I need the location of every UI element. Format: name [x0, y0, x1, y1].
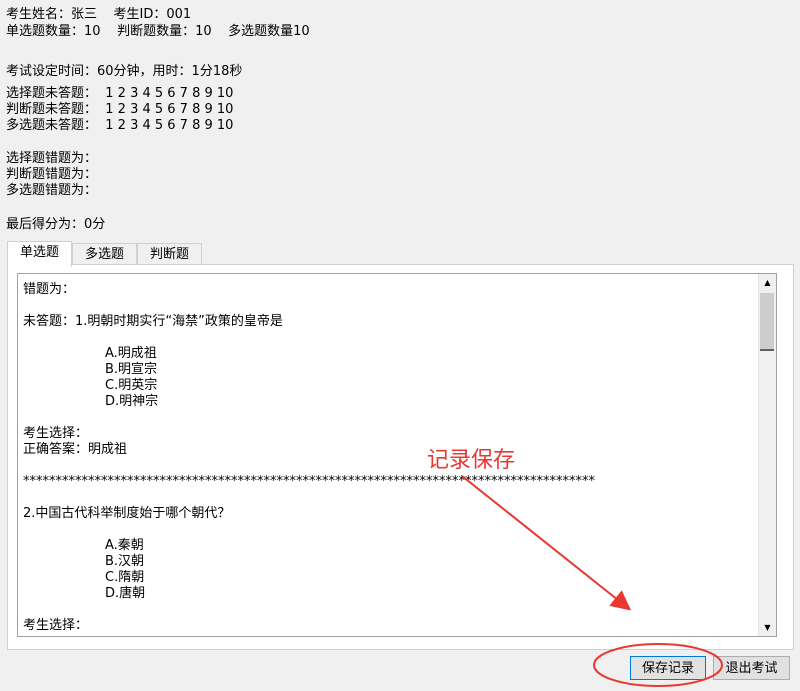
content-line: D.明神宗 — [105, 394, 159, 409]
background-window-strip — [0, 684, 800, 691]
annotation-label: 记录保存 — [427, 448, 516, 473]
wrong-multi: 多选题错题为： — [6, 183, 98, 198]
wrong-judge: 判断题错题为： — [6, 167, 98, 182]
content-line: 考生选择： — [23, 426, 89, 441]
content-line: 2.中国古代科举制度始于哪个朝代？ — [23, 506, 231, 521]
scrollbar-thumb[interactable] — [760, 293, 774, 351]
scroll-down-arrow-icon[interactable]: ▼ — [759, 619, 776, 636]
content-line: 错题为： — [23, 282, 76, 297]
tab-multi-choice[interactable]: 多选题 — [72, 243, 138, 266]
exam-info-line2: 单选题数量：10 判断题数量：10 多选题数量10 — [6, 24, 310, 39]
content-line — [23, 458, 758, 474]
result-content: 错题为： 未答题：1.明朝时期实行“海禁”政策的皇帝是 A.明成祖 B.明宣宗 C.明英… — [23, 282, 758, 634]
vertical-scrollbar[interactable]: ▲ ▼ — [758, 274, 776, 636]
content-line — [23, 602, 758, 618]
content-line: A.明成祖 — [105, 346, 157, 361]
content-line: B.明宣宗 — [105, 362, 158, 377]
wrong-choice: 选择题错题为： — [6, 151, 98, 166]
content-line: A.秦朝 — [105, 538, 144, 553]
unanswered-multi: 多选题未答题： 1 2 3 4 5 6 7 8 9 10 — [6, 118, 234, 133]
exam-time-info: 考试设定时间：60分钟，用时：1分18秒 — [6, 64, 243, 79]
content-line: 正确答案：明成祖 — [23, 442, 128, 457]
content-line: C.隋朝 — [105, 570, 145, 585]
final-score: 最后得分为：0分 — [6, 217, 106, 232]
unanswered-judge: 判断题未答题： 1 2 3 4 5 6 7 8 9 10 — [6, 102, 234, 117]
exit-exam-button[interactable]: 退出考试 — [713, 656, 790, 680]
question-type-tabs: 单选题 多选题 判断题 — [7, 241, 203, 267]
content-line — [23, 330, 758, 346]
content-line: B.汉朝 — [105, 554, 145, 569]
content-line: ****************************************… — [23, 474, 595, 489]
content-line — [23, 522, 758, 538]
tab-single-choice[interactable]: 单选题 — [7, 241, 73, 267]
content-line — [23, 298, 758, 314]
save-record-button[interactable]: 保存记录 — [630, 656, 706, 680]
result-textbox[interactable]: 错题为： 未答题：1.明朝时期实行“海禁”政策的皇帝是 A.明成祖 B.明宣宗 C.明英… — [17, 273, 777, 637]
content-line: C.明英宗 — [105, 378, 158, 393]
tab-judge[interactable]: 判断题 — [137, 243, 203, 266]
tab-panel: 错题为： 未答题：1.明朝时期实行“海禁”政策的皇帝是 A.明成祖 B.明宣宗 C.明英… — [7, 264, 794, 650]
unanswered-choice: 选择题未答题： 1 2 3 4 5 6 7 8 9 10 — [6, 86, 234, 101]
exam-info-line1: 考生姓名：张三 考生ID：001 — [6, 7, 192, 22]
content-line — [23, 490, 758, 506]
content-line: 考生选择： — [23, 618, 89, 633]
content-line: D.唐朝 — [105, 586, 146, 601]
content-line — [23, 410, 758, 426]
scroll-up-arrow-icon[interactable]: ▲ — [759, 274, 776, 291]
content-line: 未答题：1.明朝时期实行“海禁”政策的皇帝是 — [23, 314, 283, 329]
